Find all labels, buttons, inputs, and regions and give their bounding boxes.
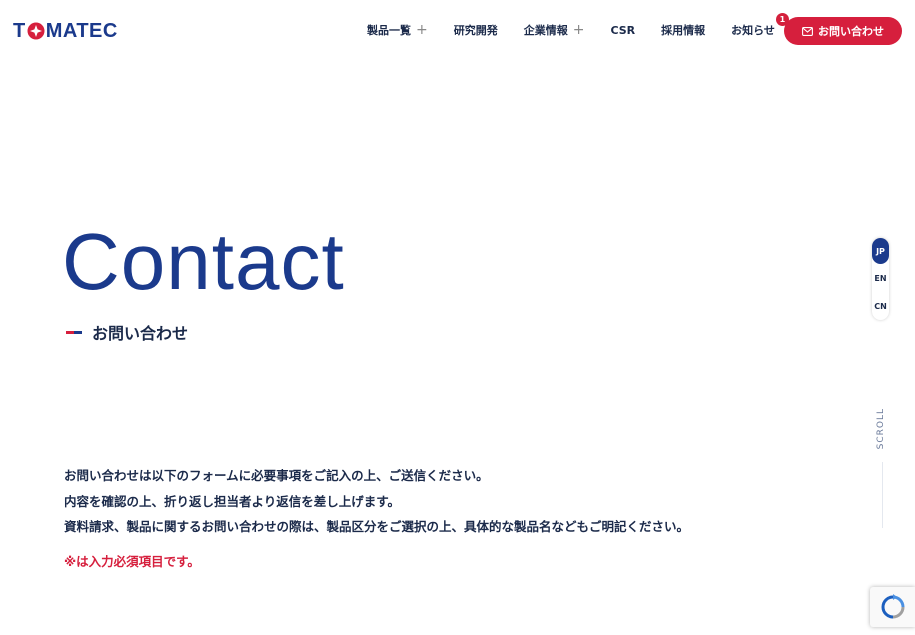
logo-text-t: T (13, 19, 26, 42)
nav-research[interactable]: 研究開発 (454, 22, 498, 38)
main-nav: 製品一覧 + 研究開発 企業情報 + CSR 採用情報 お知らせ 1 (367, 13, 801, 38)
intro-text: お問い合わせは以下のフォームに必要事項をご記入の上、ご送信ください。 内容を確認… (64, 466, 689, 543)
nav-recruit-label: 採用情報 (661, 24, 706, 37)
plus-icon: + (416, 21, 428, 38)
lang-cn[interactable]: CN (872, 293, 889, 319)
logo-star-icon (27, 22, 45, 40)
logo-text-rest: MATEC (45, 19, 118, 42)
recaptcha-icon (880, 594, 904, 619)
plus-icon: + (572, 21, 585, 38)
lang-jp[interactable]: JP (872, 238, 889, 264)
subtitle-dash (66, 330, 82, 334)
recaptcha-badge[interactable] (870, 587, 915, 627)
nav-company[interactable]: 企業情報 + (524, 22, 585, 38)
language-switcher: JP EN CN (872, 238, 889, 320)
scroll-line (882, 462, 883, 528)
nav-csr[interactable]: CSR (610, 24, 635, 37)
nav-news[interactable]: お知らせ 1 (731, 13, 789, 38)
nav-products-label: 製品一覧 (367, 24, 411, 37)
contact-button[interactable]: お問い合わせ (784, 17, 902, 45)
page-subtitle: お問い合わせ (66, 320, 188, 344)
lang-en[interactable]: EN (872, 265, 889, 291)
page-title: Contact (62, 217, 345, 306)
nav-company-label: 企業情報 (523, 24, 568, 37)
nav-recruit[interactable]: 採用情報 (661, 22, 705, 38)
intro-line: 内容を確認の上、折り返し担当者より返信を差し上げます。 (64, 493, 401, 509)
nav-news-label: お知らせ (731, 24, 775, 37)
logo[interactable]: T MATEC (13, 20, 118, 42)
required-note: ※は入力必須項目です。 (64, 554, 200, 569)
site-header: T MATEC 製品一覧 + 研究開発 企業情報 + CSR 採用情報 お知らせ… (0, 0, 915, 62)
nav-research-label: 研究開発 (453, 24, 498, 37)
mail-icon (802, 26, 813, 36)
intro-line: 資料請求、製品に関するお問い合わせの際は、製品区分をご選択の上、具体的な製品名な… (64, 519, 690, 534)
scroll-indicator: SCROLL (876, 408, 886, 450)
contact-button-label: お問い合わせ (818, 25, 884, 38)
intro-line: お問い合わせは以下のフォームに必要事項をご記入の上、ご送信ください。 (64, 468, 489, 483)
page-subtitle-text: お問い合わせ (92, 324, 189, 343)
nav-csr-label: CSR (610, 23, 636, 37)
nav-products[interactable]: 製品一覧 + (367, 22, 428, 38)
